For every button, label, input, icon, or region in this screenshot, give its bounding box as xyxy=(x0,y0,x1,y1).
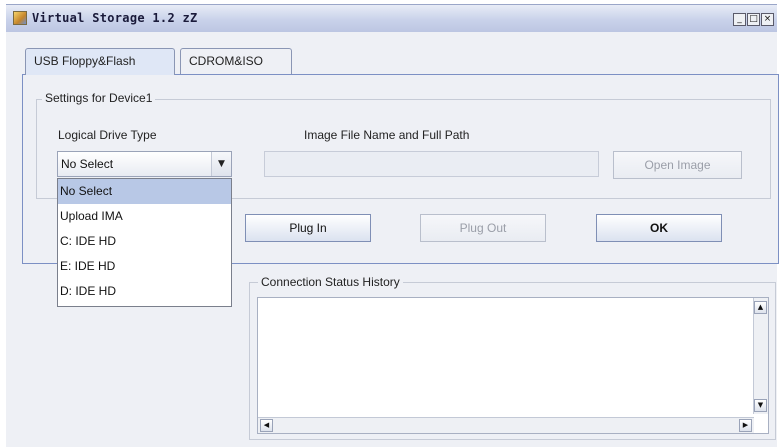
close-button[interactable]: × xyxy=(761,13,774,26)
window-title: Virtual Storage 1.2 zZ xyxy=(32,11,198,25)
tab-usb-floppy-flash[interactable]: USB Floppy&Flash xyxy=(25,48,175,75)
scroll-down-icon[interactable]: ▼ xyxy=(754,399,767,412)
drive-type-select[interactable]: No Select ▼ xyxy=(57,151,232,177)
chevron-down-icon[interactable]: ▼ xyxy=(211,152,231,176)
plug-in-button[interactable]: Plug In xyxy=(245,214,371,242)
dropdown-option[interactable]: D: IDE HD xyxy=(58,279,231,304)
drive-type-label: Logical Drive Type xyxy=(58,128,157,142)
dropdown-option[interactable]: Upload IMA xyxy=(58,204,231,229)
scroll-left-icon[interactable]: ◀ xyxy=(260,419,273,432)
status-log[interactable]: ▲ ▼ ◀ ▶ xyxy=(257,297,769,434)
image-path-field[interactable] xyxy=(264,151,599,177)
dropdown-option[interactable]: No Select xyxy=(58,179,231,204)
settings-group-title: Settings for Device1 xyxy=(42,91,156,105)
ok-button[interactable]: OK xyxy=(596,214,722,242)
plug-out-button[interactable]: Plug Out xyxy=(420,214,546,242)
dropdown-option[interactable]: C: IDE HD xyxy=(58,229,231,254)
image-path-label: Image File Name and Full Path xyxy=(304,128,470,142)
scroll-right-icon[interactable]: ▶ xyxy=(739,419,752,432)
horizontal-scrollbar[interactable]: ◀ ▶ xyxy=(258,417,754,433)
title-bar[interactable]: Virtual Storage 1.2 zZ _ □ × xyxy=(6,4,777,32)
dropdown-option[interactable]: E: IDE HD xyxy=(58,254,231,279)
app-icon xyxy=(13,11,27,25)
minimize-button[interactable]: _ xyxy=(733,13,746,26)
status-group-title: Connection Status History xyxy=(258,275,403,289)
drive-type-value: No Select xyxy=(61,157,114,171)
open-image-button[interactable]: Open Image xyxy=(613,151,742,179)
tab-cdrom-iso[interactable]: CDROM&ISO xyxy=(180,48,292,74)
vertical-scrollbar[interactable]: ▲ ▼ xyxy=(753,298,768,414)
scroll-up-icon[interactable]: ▲ xyxy=(754,301,767,314)
maximize-button[interactable]: □ xyxy=(747,13,760,26)
drive-type-dropdown: No Select Upload IMA C: IDE HD E: IDE HD… xyxy=(57,178,232,307)
